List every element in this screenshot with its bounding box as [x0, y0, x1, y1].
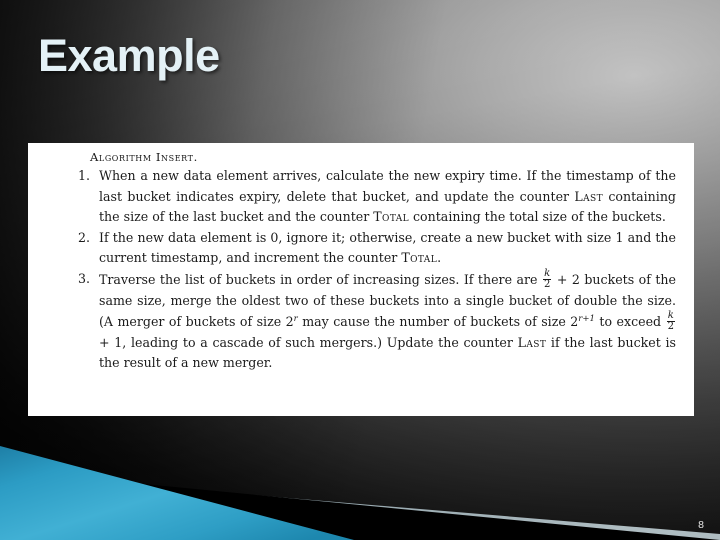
- exponent: r: [293, 314, 298, 325]
- presentation-slide: Example Algorithm Insert. 1. When a new …: [0, 0, 720, 540]
- slide-number: 8: [698, 519, 704, 531]
- decorative-wedge-blue: [0, 446, 354, 540]
- counter-name: Total: [401, 250, 438, 266]
- algorithm-step-text: When a new data element arrives, calcula…: [99, 168, 676, 225]
- algorithm-body: Algorithm Insert. 1. When a new data ele…: [28, 143, 694, 374]
- algorithm-step-text: Traverse the list of buckets in order of…: [99, 267, 676, 371]
- fraction: k2: [666, 310, 675, 333]
- fraction-denominator: 2: [543, 279, 551, 291]
- decorative-wedge-black: [0, 470, 720, 540]
- algorithm-step-text: If the new data element is 0, ignore it;…: [99, 229, 676, 266]
- counter-name: Last: [574, 188, 604, 204]
- algorithm-step-number: 3.: [77, 270, 90, 286]
- decorative-wedges: [0, 446, 720, 540]
- algorithm-step-number: 1.: [77, 168, 90, 183]
- algorithm-panel: Algorithm Insert. 1. When a new data ele…: [28, 143, 694, 416]
- algorithm-step: 3. Traverse the list of buckets in order…: [64, 267, 676, 374]
- fraction: k2: [542, 268, 552, 291]
- fraction-denominator: 2: [667, 321, 674, 333]
- exponent: r+1: [578, 314, 595, 325]
- counter-name: Last: [517, 334, 547, 350]
- decorative-wedge-grey: [0, 474, 720, 540]
- algorithm-step-list: 1. When a new data element arrives, calc…: [64, 166, 676, 374]
- page-title: Example: [38, 30, 220, 81]
- algorithm-step: 2. If the new data element is 0, ignore …: [64, 228, 676, 269]
- algorithm-heading: Algorithm Insert.: [90, 150, 198, 164]
- algorithm-step: 1. When a new data element arrives, calc…: [64, 166, 676, 228]
- counter-name: Total: [373, 209, 409, 225]
- algorithm-step-number: 2.: [77, 229, 90, 245]
